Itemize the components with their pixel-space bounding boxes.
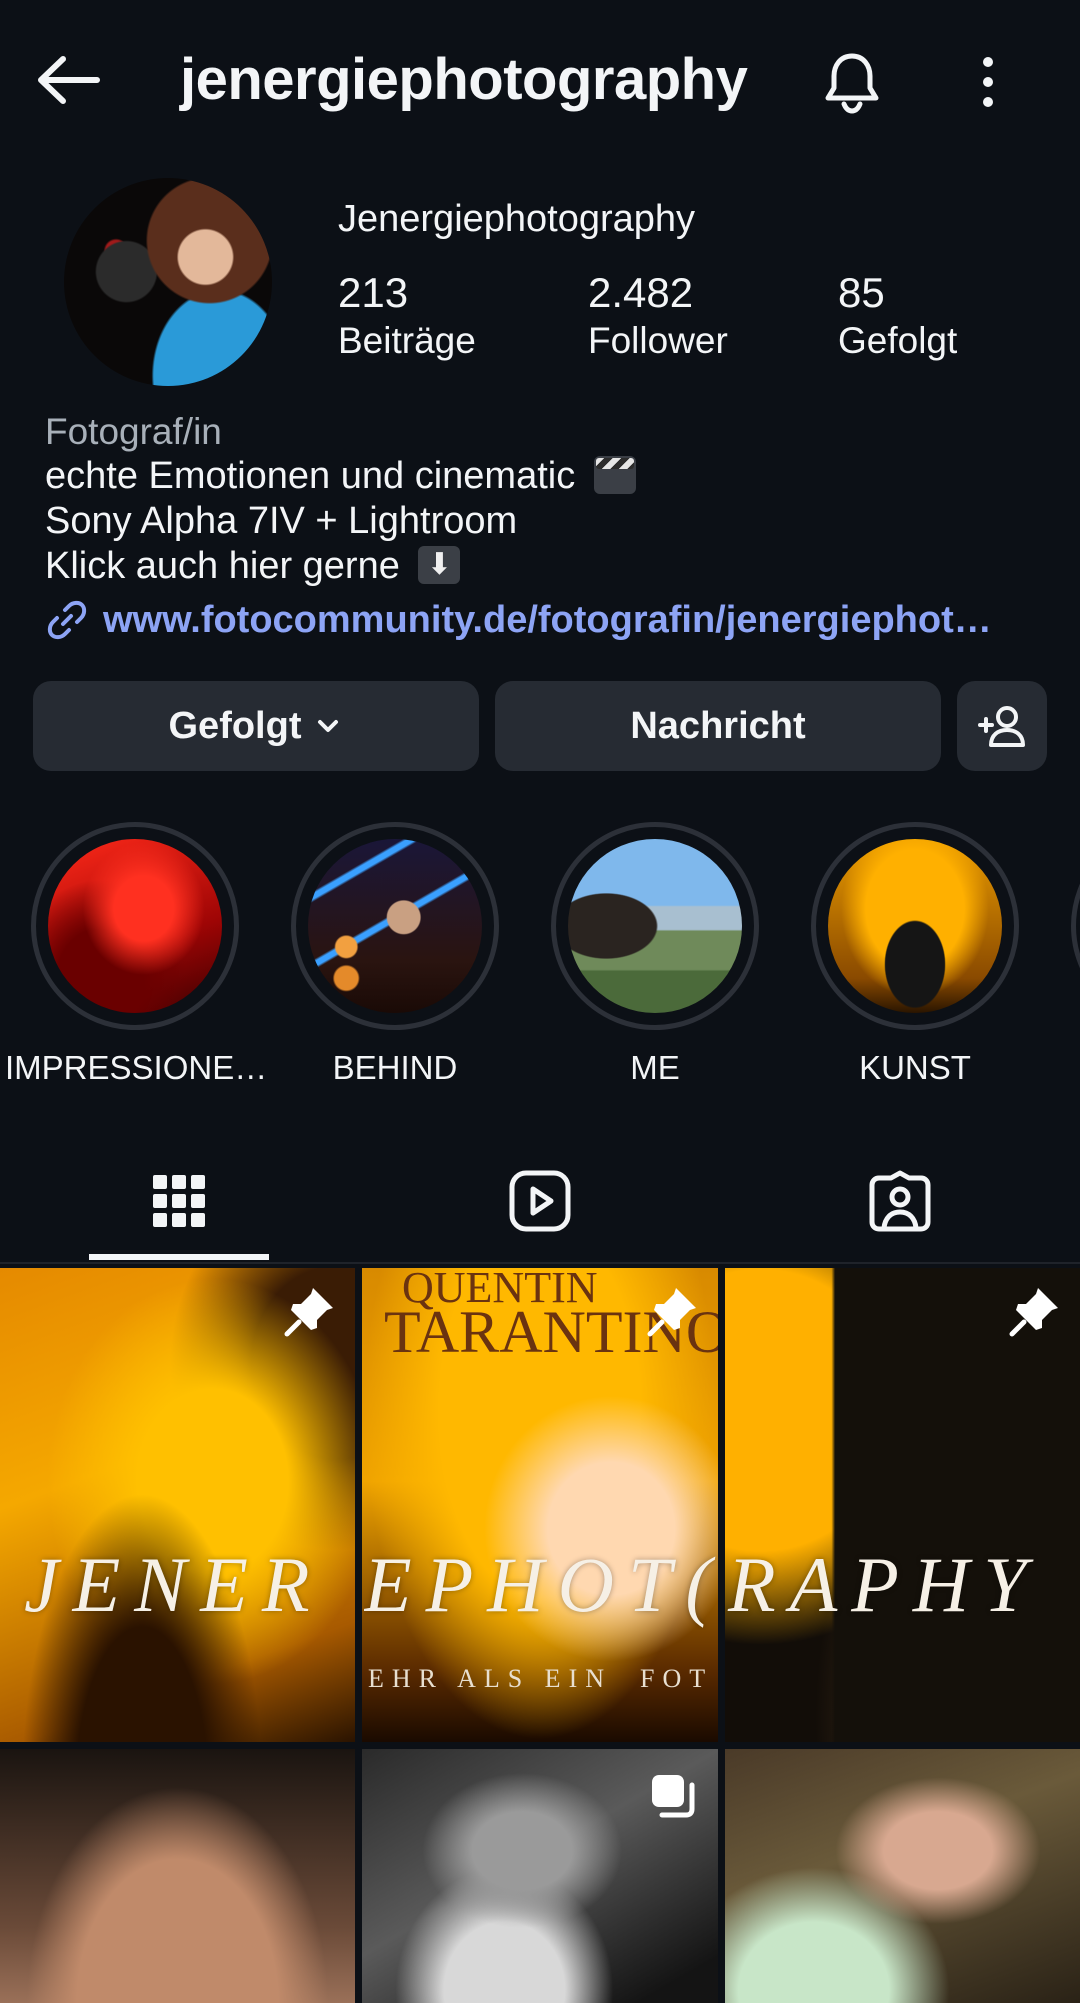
top-bar: jenergiephotography — [0, 0, 1080, 160]
highlight-ring — [31, 822, 239, 1030]
following-button-label: Gefolgt — [168, 704, 302, 747]
highlight-ring — [551, 822, 759, 1030]
stat-label: Beiträge — [338, 320, 476, 361]
post-thumbnail[interactable] — [725, 1268, 1080, 1742]
highlight-ring — [291, 822, 499, 1030]
bio-line-text: Klick auch hier gerne — [45, 545, 400, 587]
highlight-cover — [828, 839, 1002, 1013]
profile-page: jenergiephotography Jenergiephotography … — [0, 0, 1080, 2003]
bio-line: echte Emotionen und cinematic — [45, 454, 1045, 499]
pin-icon — [1009, 1288, 1058, 1337]
post-watermark-text: RAPHY — [728, 1541, 1041, 1628]
post-watermark-text: JENER — [24, 1541, 324, 1628]
post-thumbnail[interactable] — [0, 1749, 355, 2003]
bio-category: Fotograf/in — [45, 411, 222, 452]
bio-line: Sony Alpha 7IV + Lightroom — [45, 500, 518, 542]
suggested-users-button[interactable] — [957, 681, 1047, 771]
pin-icon — [284, 1288, 333, 1337]
bio-line: Klick auch hier gerne — [45, 544, 1045, 589]
stat-value: 2.482 — [588, 269, 694, 316]
tagged-icon — [869, 1170, 931, 1232]
clapperboard-emoji-icon — [593, 456, 636, 494]
highlight-cover — [308, 839, 482, 1013]
highlight-label: ME — [630, 1049, 680, 1086]
username-title: jenergiephotography — [180, 47, 748, 112]
following-button[interactable]: Gefolgt — [33, 681, 479, 771]
followers-count-stat[interactable]: 2.482 Follower — [588, 268, 728, 364]
stat-label: Follower — [588, 320, 728, 361]
active-tab-indicator — [89, 1254, 269, 1260]
story-highlight[interactable]: KUNST — [785, 822, 1045, 1088]
highlight-label: BEHIND — [332, 1049, 458, 1086]
post-subtitle-text: EHR ALS EIN — [368, 1664, 612, 1693]
highlight-ring — [811, 822, 1019, 1030]
profile-tabs — [0, 1140, 1080, 1264]
display-name: Jenergiephotography — [338, 198, 696, 240]
post-thumbnail[interactable] — [0, 1268, 355, 1742]
reels-icon — [509, 1170, 571, 1232]
arrow-left-icon — [38, 56, 100, 104]
post-thumbnail[interactable] — [725, 1749, 1080, 2003]
down-arrow-emoji-icon — [418, 546, 461, 584]
bell-icon — [825, 53, 879, 114]
pin-icon — [647, 1288, 696, 1337]
link-icon — [47, 600, 87, 640]
post-thumbnail[interactable] — [362, 1749, 718, 2003]
highlight-ring — [1071, 822, 1080, 1030]
stat-value: 213 — [338, 269, 409, 316]
highlight-label: KUNST — [859, 1049, 971, 1086]
carousel-icon — [652, 1775, 695, 1818]
stat-label: Gefolgt — [838, 320, 958, 361]
highlight-cover — [48, 839, 222, 1013]
more-vertical-icon — [983, 57, 993, 107]
message-button-label: Nachricht — [630, 704, 806, 747]
tab-tagged[interactable] — [810, 1140, 990, 1262]
bio-link-text[interactable]: www.fotocommunity.de/fotografin/jenergie… — [103, 595, 992, 645]
story-highlight[interactable]: IMPRESSIONE… — [5, 822, 268, 1088]
profile-avatar[interactable] — [64, 178, 272, 386]
more-options-button[interactable] — [948, 40, 1028, 124]
grid-icon — [153, 1175, 205, 1227]
tab-reels[interactable] — [450, 1140, 630, 1262]
post-subtitle-text: FOT — [640, 1664, 714, 1693]
notifications-button[interactable] — [810, 40, 894, 124]
story-highlight[interactable] — [1045, 822, 1080, 1030]
bio-link[interactable]: www.fotocommunity.de/fotografin/jenergie… — [45, 595, 1045, 645]
story-highlight[interactable]: BEHIND — [265, 822, 525, 1088]
posts-count-stat[interactable]: 213 Beiträge — [338, 268, 476, 364]
highlight-label: IMPRESSIONE… — [5, 1049, 268, 1086]
tab-posts[interactable] — [89, 1140, 269, 1262]
message-button[interactable]: Nachricht — [495, 681, 941, 771]
chevron-down-icon — [318, 720, 339, 732]
post-watermark-text: EPHOT( — [364, 1541, 718, 1628]
bio-line-text: echte Emotionen und cinematic — [45, 455, 576, 497]
highlight-cover — [568, 839, 742, 1013]
add-person-icon — [978, 706, 1025, 747]
back-button[interactable] — [28, 40, 108, 120]
bio: Fotograf/in echte Emotionen und cinemati… — [45, 410, 1045, 645]
story-highlight[interactable]: ME — [525, 822, 785, 1088]
stat-value: 85 — [838, 269, 885, 316]
following-count-stat[interactable]: 85 Gefolgt — [838, 268, 957, 364]
